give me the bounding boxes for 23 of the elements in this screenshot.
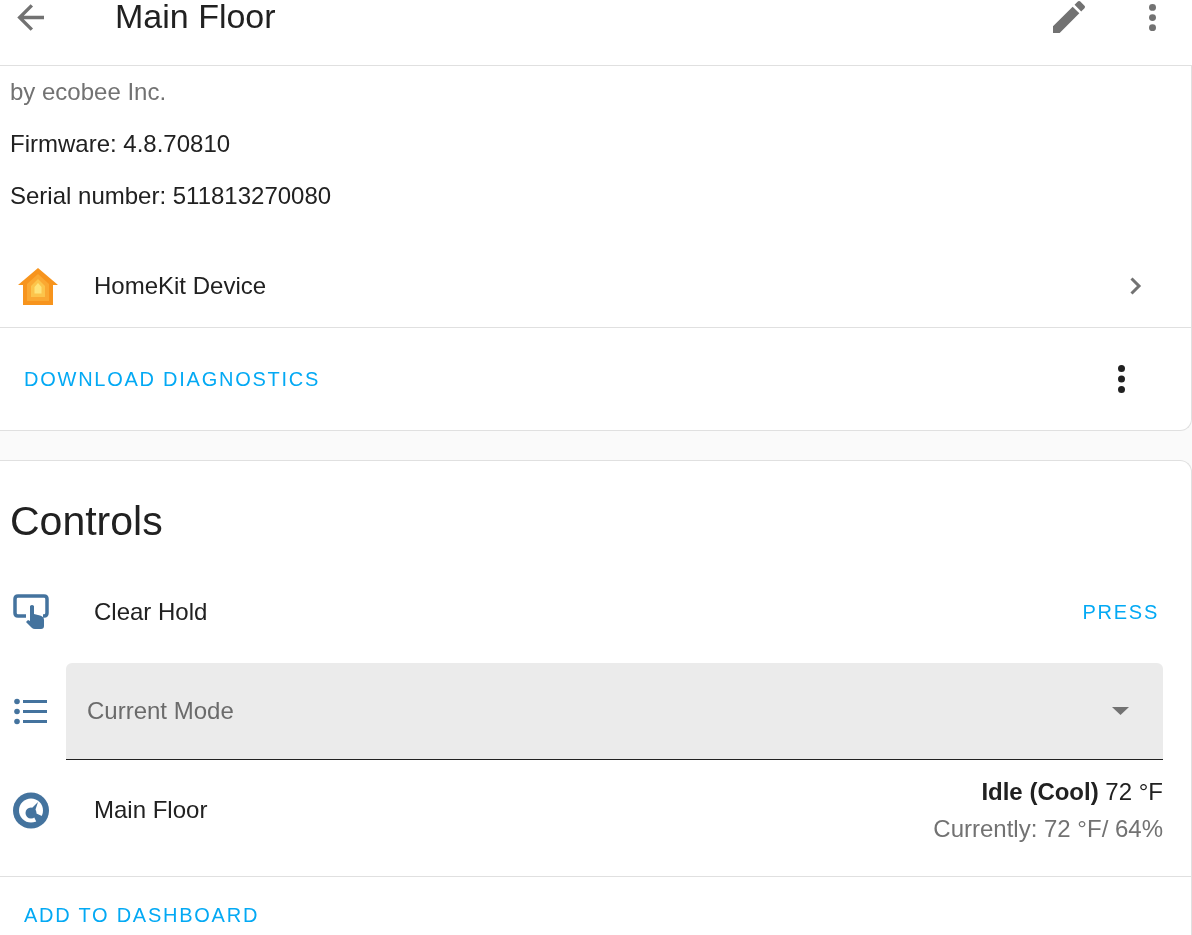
pencil-icon[interactable] bbox=[1053, 1, 1085, 33]
house-icon bbox=[18, 267, 58, 305]
entity-name: Clear Hold bbox=[94, 597, 209, 627]
caret-down-icon bbox=[1112, 707, 1129, 715]
current-reading-text: Currently: 72 °F/ 64% bbox=[933, 814, 1163, 844]
integration-link[interactable]: HomeKit Device bbox=[94, 271, 1129, 301]
section-title: Controls bbox=[9, 497, 164, 545]
kebab-menu-icon[interactable] bbox=[1118, 365, 1125, 393]
entity-name: Main Floor bbox=[94, 795, 209, 825]
device-info-text: Firmware: 4.8.70810 bbox=[10, 129, 232, 159]
device-info-text: Serial number: 511813270080 bbox=[10, 181, 333, 211]
press-button[interactable]: PRESS bbox=[1072, 592, 1167, 632]
hand-tap-icon bbox=[13, 594, 49, 630]
list-icon bbox=[14, 698, 47, 725]
add-to-dashboard-button[interactable]: ADD TO DASHBOARD bbox=[12, 895, 272, 935]
chevron-right-icon bbox=[1129, 276, 1142, 296]
back-arrow-icon[interactable] bbox=[17, 4, 44, 31]
climate-state-text: Idle (Cool) 72 °F bbox=[981, 777, 1163, 807]
dial-icon bbox=[13, 791, 49, 829]
mode-select[interactable]: Current Mode bbox=[66, 663, 1163, 760]
download-diagnostics-button[interactable]: DOWNLOAD DIAGNOSTICS bbox=[12, 359, 333, 399]
page-title: Main Floor bbox=[115, 0, 276, 33]
manufacturer-text: by ecobee Inc. bbox=[10, 77, 168, 107]
